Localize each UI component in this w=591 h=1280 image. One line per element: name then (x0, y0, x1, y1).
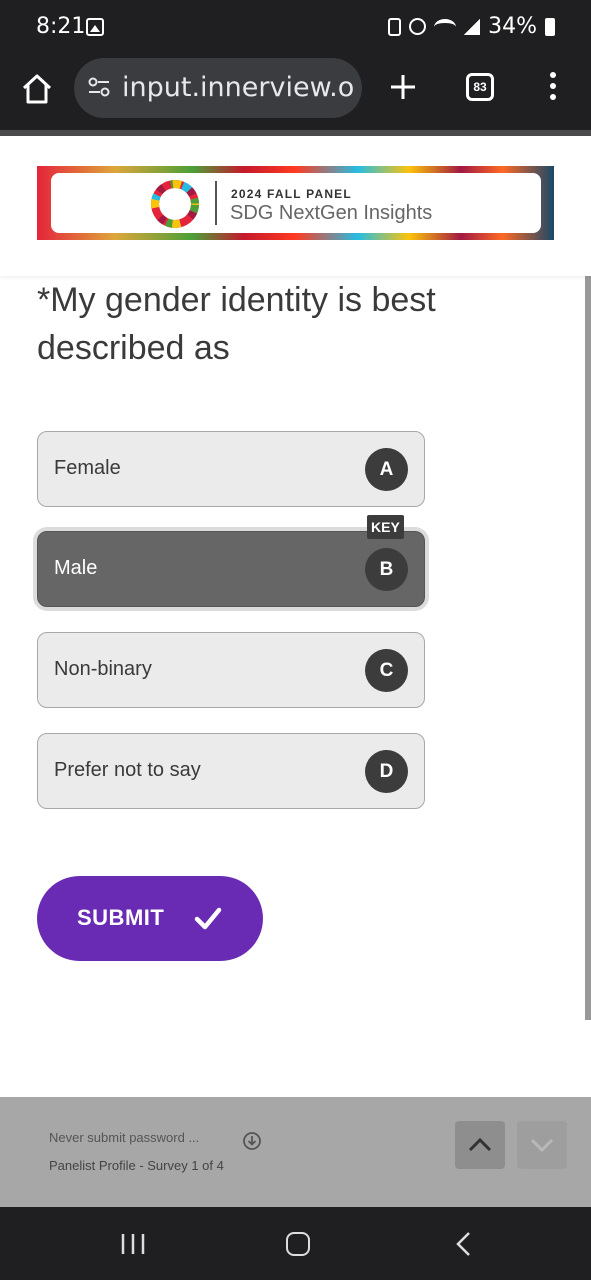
status-icons: 34% (388, 14, 555, 39)
option-label: Non-binary (54, 658, 152, 680)
sdg-banner: 2024 FALL PANEL SDG NextGen Insights (37, 166, 554, 240)
checkmark-icon (194, 907, 222, 930)
android-nav-bar (0, 1207, 591, 1280)
wifi-icon (434, 18, 457, 35)
address-bar[interactable]: input.innerview.org (74, 58, 362, 118)
status-bar: 8:21 34% (0, 0, 591, 54)
banner-separator (215, 181, 217, 225)
question-text: *My gender identity is best described as (37, 281, 436, 367)
tab-switcher-button[interactable]: 83 (466, 73, 494, 101)
battery-percent: 34% (488, 14, 537, 39)
option-key-badge: A (365, 448, 408, 491)
previous-question-button[interactable] (455, 1121, 505, 1169)
option-prefer-not-to-say[interactable]: Prefer not to say D (37, 733, 425, 809)
option-label: Female (54, 457, 121, 479)
battery-icon (545, 17, 555, 36)
option-label: Prefer not to say (54, 759, 201, 781)
next-question-button[interactable] (517, 1121, 567, 1169)
key-hint-badge: KEY (367, 515, 404, 539)
image-icon (86, 18, 104, 36)
status-time: 8:21 (36, 14, 86, 39)
survey-header: 2024 FALL PANEL SDG NextGen Insights (0, 136, 591, 276)
site-settings-icon[interactable] (86, 74, 112, 100)
browser-toolbar: input.innerview.org 83 (0, 54, 591, 130)
home-button-icon[interactable] (286, 1232, 310, 1256)
banner-subtitle: 2024 FALL PANEL (231, 187, 352, 201)
more-menu-icon[interactable] (548, 72, 558, 102)
option-key-badge: D (365, 750, 408, 793)
option-key-badge: B (365, 548, 408, 591)
chevron-up-icon (468, 1138, 492, 1152)
new-tab-icon[interactable] (388, 72, 418, 102)
submit-label: SUBMIT (77, 905, 165, 930)
survey-progress: Panelist Profile - Survey 1 of 4 (49, 1158, 224, 1173)
battery-saver-icon (388, 17, 402, 36)
option-female[interactable]: Female A (37, 431, 425, 507)
banner-title: SDG NextGen Insights (230, 202, 433, 224)
survey-footer: Never submit password ... Panelist Profi… (0, 1097, 591, 1207)
sdg-wheel-logo (151, 180, 199, 228)
page-scrollbar[interactable] (585, 276, 591, 1020)
info-download-icon[interactable] (241, 1130, 263, 1152)
submit-button[interactable]: SUBMIT (37, 876, 263, 961)
signal-icon (464, 18, 481, 35)
option-key-badge: C (365, 649, 408, 692)
password-warning: Never submit password ... (49, 1130, 200, 1145)
option-non-binary[interactable]: Non-binary C (37, 632, 425, 708)
banner-inner: 2024 FALL PANEL SDG NextGen Insights (51, 173, 541, 233)
alarm-icon (409, 18, 427, 35)
chevron-down-icon (530, 1138, 554, 1152)
url-text[interactable]: input.innerview.org (122, 72, 354, 103)
option-label: Male (54, 557, 98, 579)
back-icon[interactable] (454, 1231, 474, 1257)
recent-apps-icon[interactable] (120, 1233, 146, 1255)
option-male[interactable]: Male B (37, 531, 425, 607)
home-icon[interactable] (20, 72, 54, 106)
